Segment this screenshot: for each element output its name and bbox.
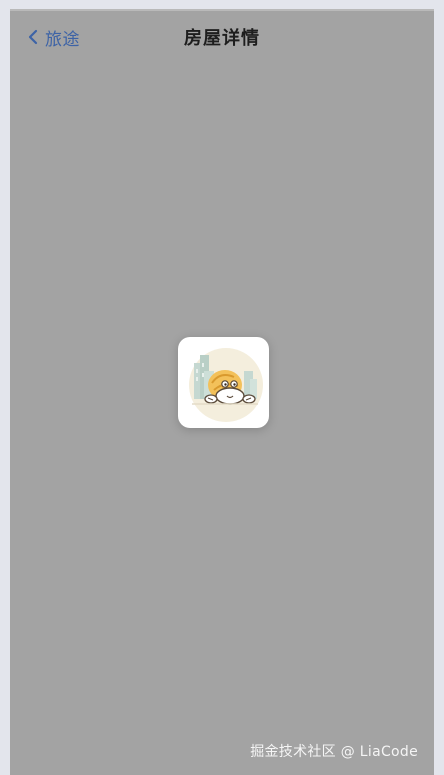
page-title: 房屋详情 (184, 28, 260, 49)
loading-indicator (178, 337, 269, 428)
app-screen: 旅途 房屋详情 掘金技术社区 @ LiaCode (10, 9, 434, 775)
hermit-crab-mascot-icon (189, 348, 263, 422)
navigation-bar: 旅途 房屋详情 (10, 17, 434, 57)
status-strip (10, 9, 434, 11)
watermark-text: 掘金技术社区 @ LiaCode (250, 744, 418, 760)
